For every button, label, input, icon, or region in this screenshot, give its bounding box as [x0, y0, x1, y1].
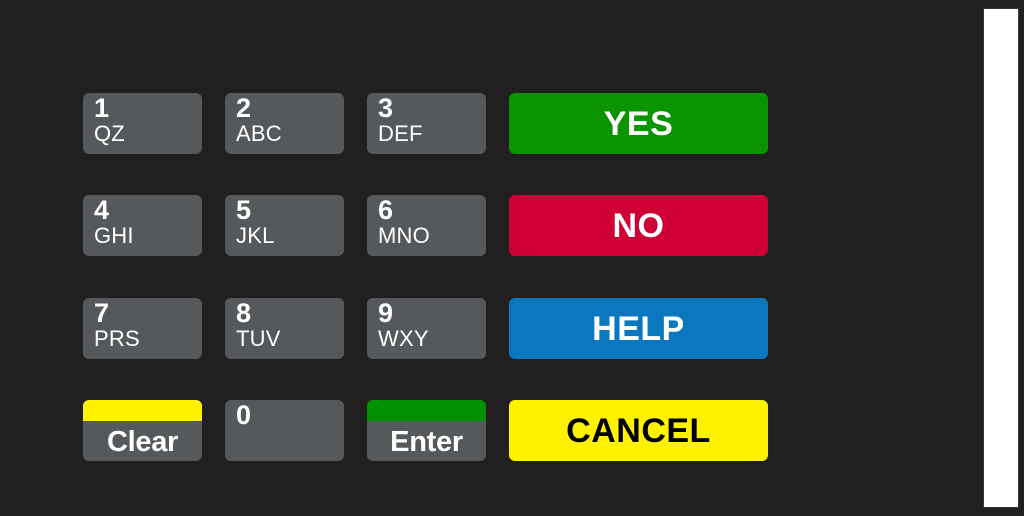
digit-key-number: 7: [94, 298, 110, 328]
enter-key-color-stripe: [367, 400, 486, 421]
yes-button-label: YES: [603, 104, 674, 143]
clear-key-color-stripe: [83, 400, 202, 421]
no-button[interactable]: NO: [509, 195, 768, 256]
help-button-label: HELP: [592, 309, 685, 348]
digit-key-number: 0: [236, 400, 252, 430]
digit-key-letters: DEF: [378, 121, 423, 146]
digit-key-2[interactable]: 2 ABC: [225, 93, 344, 154]
digit-key-7[interactable]: 7 PRS: [83, 298, 202, 359]
digit-key-9[interactable]: 9 WXY: [367, 298, 486, 359]
digit-key-4[interactable]: 4 GHI: [83, 195, 202, 256]
digit-key-letters: MNO: [378, 223, 430, 248]
no-button-label: NO: [612, 206, 665, 245]
digit-key-letters: ABC: [236, 121, 282, 146]
enter-key-label: Enter: [390, 425, 463, 458]
digit-key-letters: QZ: [94, 121, 125, 146]
digit-key-8[interactable]: 8 TUV: [225, 298, 344, 359]
cancel-button-label: CANCEL: [566, 411, 711, 450]
digit-key-number: 2: [236, 93, 252, 123]
digit-key-number: 6: [378, 195, 394, 225]
clear-key-label: Clear: [106, 425, 179, 458]
digit-key-letters: PRS: [94, 326, 140, 351]
digit-key-number: 3: [378, 93, 394, 123]
digit-key-number: 5: [236, 195, 252, 225]
digit-key-number: 9: [378, 298, 394, 328]
digit-key-1[interactable]: 1 QZ: [83, 93, 202, 154]
digit-key-number: 8: [236, 298, 252, 328]
digit-key-letters: JKL: [236, 223, 275, 248]
digit-key-5[interactable]: 5 JKL: [225, 195, 344, 256]
cancel-button[interactable]: CANCEL: [509, 400, 768, 461]
digit-key-0[interactable]: 0: [225, 400, 344, 461]
keypad-overlay: 1 QZ 2 ABC 3 DEF 4 GHI 5 JKL 6 MNO 7 PRS 8 TUV 9 WXY 0 Cle…: [0, 0, 1024, 516]
digit-key-number: 4: [94, 195, 110, 225]
yes-button[interactable]: YES: [509, 93, 768, 154]
digit-key-letters: TUV: [236, 326, 281, 351]
right-white-strip: [983, 8, 1019, 508]
digit-key-letters: WXY: [378, 326, 429, 351]
digit-key-number: 1: [94, 93, 110, 123]
clear-key[interactable]: Clear: [83, 400, 202, 461]
digit-key-3[interactable]: 3 DEF: [367, 93, 486, 154]
help-button[interactable]: HELP: [509, 298, 768, 359]
enter-key[interactable]: Enter: [367, 400, 486, 461]
digit-key-6[interactable]: 6 MNO: [367, 195, 486, 256]
digit-key-letters: GHI: [94, 223, 134, 248]
